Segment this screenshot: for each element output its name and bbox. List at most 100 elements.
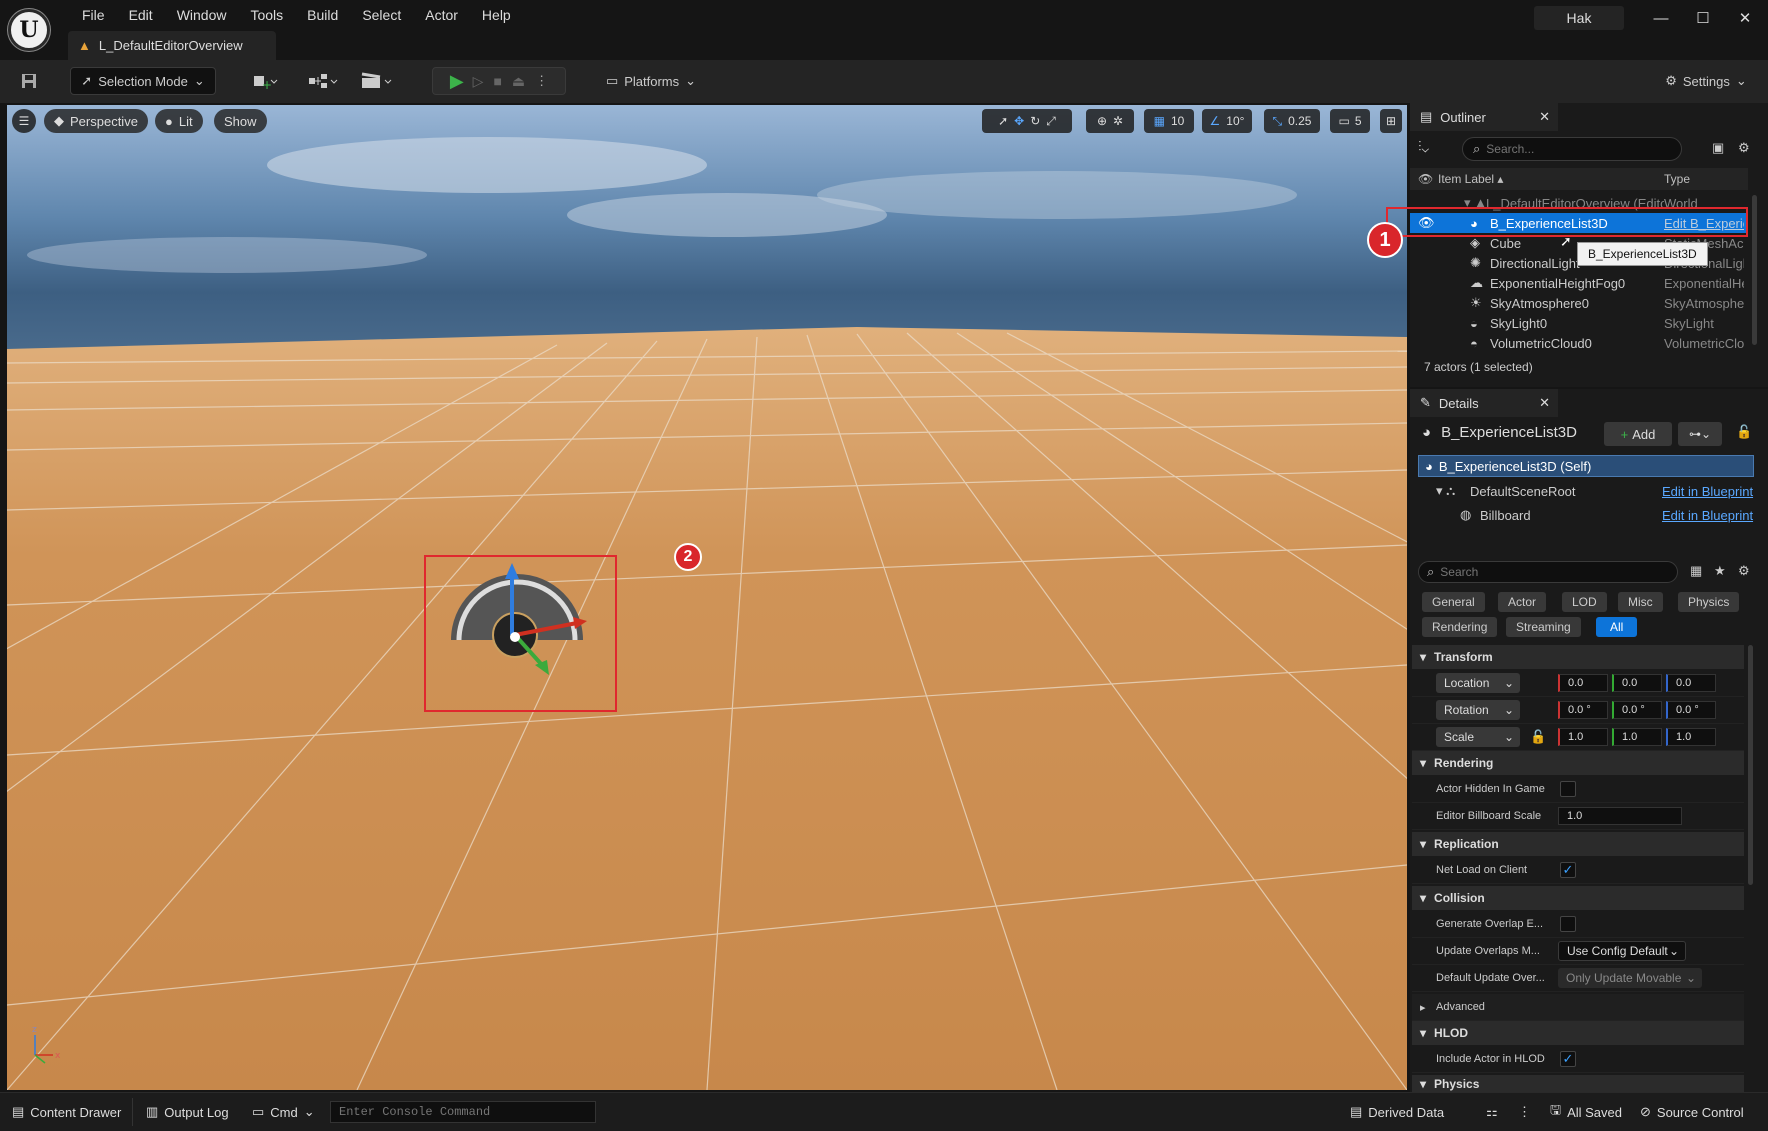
camera-speed-button[interactable]: ▭ 5 [1330,109,1370,133]
lit-button[interactable]: ● Lit [155,109,203,133]
stop-icon[interactable]: ■ [493,73,501,89]
source-control-button[interactable]: ⊘ Source Control [1640,1100,1744,1124]
settings-button[interactable]: ⚙ Settings ⌄ [1658,67,1754,95]
default-update-dropdown[interactable]: Only Update Movable ⌄ [1558,968,1702,988]
actor-hidden-checkbox[interactable] [1560,781,1576,797]
menu-window[interactable]: Window [165,5,239,25]
rotation-dropdown[interactable]: Rotation ⌄ [1436,700,1520,720]
edit-in-blueprint-link[interactable]: Edit in Blueprint [1662,508,1753,523]
save-icon[interactable] [14,67,44,95]
section-collision[interactable]: ▾ Collision [1412,886,1744,910]
maximize-icon[interactable]: ☐ [1688,8,1718,30]
blueprint-options-icon[interactable]: ⊶⌄ [1678,422,1722,446]
section-physics[interactable]: ▾ Physics [1412,1075,1744,1092]
rotation-z[interactable]: 0.0 ° [1666,701,1716,719]
minimize-icon[interactable]: — [1646,8,1676,30]
component-row[interactable]: ◍ Billboard Edit in Blueprint [1418,504,1754,526]
details-tab[interactable]: ✎ Details ✕ [1410,389,1558,417]
scale-z[interactable]: 1.0 [1666,728,1716,746]
console-input[interactable] [330,1101,596,1123]
outliner-row[interactable]: ◒ SkyLight0 SkyLight [1410,313,1748,333]
outliner-row[interactable]: ◓ VolumetricCloud0 VolumetricClo [1410,333,1748,353]
surface-snap-icon[interactable]: ✲ [1113,114,1123,128]
translate-tool-icon[interactable]: ✥ [1014,114,1024,128]
lock-icon[interactable]: 🔓 [1736,424,1752,440]
play-icon[interactable]: ▶ [450,71,464,92]
location-z[interactable]: 0.0 [1666,674,1716,692]
filter-general[interactable]: General [1422,592,1485,612]
more-options-icon[interactable]: ⋮ [535,73,548,89]
cmd-dropdown[interactable]: ▭ Cmd ⌄ [252,1100,315,1124]
details-search[interactable]: ⌕ [1418,561,1678,583]
billboard-scale-field[interactable]: 1.0 [1558,807,1682,825]
outliner-search[interactable]: ⌕ [1462,137,1682,161]
output-log-button[interactable]: ▥ Output Log [146,1100,229,1124]
location-x[interactable]: 0.0 [1558,674,1608,692]
grid-snap-button[interactable]: ▦ 10 [1144,109,1194,133]
derived-data-button[interactable]: ▤ Derived Data [1350,1100,1444,1124]
item-label-header[interactable]: Item Label ▴ [1438,172,1503,186]
menu-edit[interactable]: Edit [117,5,165,25]
perspective-button[interactable]: ◆ Perspective [44,109,148,133]
menu-tools[interactable]: Tools [238,5,295,25]
include-hlod-checkbox[interactable]: ✓ [1560,1051,1576,1067]
filter-all[interactable]: All [1596,617,1638,637]
update-overlaps-dropdown[interactable]: Use Config Default ⌄ [1558,941,1686,961]
close-window-icon[interactable]: ✕ [1730,8,1760,30]
close-tab-icon[interactable]: ✕ [1539,109,1550,125]
platforms-button[interactable]: ▭ Platforms ⌄ [600,67,702,95]
new-folder-icon[interactable]: ▣ [1712,140,1724,156]
scale-dropdown[interactable]: Scale ⌄ [1436,727,1520,747]
menu-actor[interactable]: Actor [413,5,470,25]
content-drawer-button[interactable]: ▤ Content Drawer [12,1100,121,1124]
cinematics-icon[interactable] [358,67,396,95]
add-component-button[interactable]: + Add [1604,422,1672,446]
section-hlod[interactable]: ▾ HLOD [1412,1021,1744,1045]
filter-actor[interactable]: Actor [1498,592,1547,612]
rotate-tool-icon[interactable]: ↻ [1030,114,1040,128]
scale-tool-icon[interactable]: ⤢ [1046,114,1056,129]
type-header[interactable]: Type [1664,172,1690,186]
network-icon[interactable]: ⚏ [1486,1100,1498,1124]
location-dropdown[interactable]: Location ⌄ [1436,673,1520,693]
select-tool-icon[interactable]: ➚ [998,114,1008,128]
blueprint-icon[interactable] [304,67,342,95]
user-badge[interactable]: Hak [1534,6,1624,30]
outliner-row[interactable]: ☀ SkyAtmosphere0 SkyAtmosphe [1410,293,1748,313]
hamburger-menu-icon[interactable]: ☰ [12,109,36,133]
show-button[interactable]: Show [214,109,267,133]
component-row[interactable]: ▾ ⛬ DefaultSceneRoot Edit in Blueprint [1418,480,1754,502]
unreal-logo-icon[interactable]: U [8,9,50,51]
menu-select[interactable]: Select [350,5,413,25]
outliner-search-input[interactable] [1486,142,1657,156]
filter-lod[interactable]: LOD [1562,592,1607,612]
rotation-x[interactable]: 0.0 ° [1558,701,1608,719]
net-load-checkbox[interactable]: ✓ [1560,862,1576,878]
step-icon[interactable]: ▷ [473,73,484,90]
filter-misc[interactable]: Misc [1618,592,1663,612]
outliner-settings-icon[interactable]: ⚙ [1738,140,1750,156]
outliner-row[interactable]: ☁ ExponentialHeightFog0 ExponentialHe [1410,273,1748,293]
all-saved-button[interactable]: 🖫 All Saved [1550,1100,1622,1124]
filter-rendering[interactable]: Rendering [1422,617,1498,637]
scale-lock-icon[interactable]: 🔓 [1530,729,1546,745]
scale-x[interactable]: 1.0 [1558,728,1608,746]
more-options-icon[interactable]: ⋮ [1518,1100,1531,1124]
section-rendering[interactable]: ▾ Rendering [1412,751,1744,775]
rotation-y[interactable]: 0.0 ° [1612,701,1662,719]
table-view-icon[interactable]: ▦ [1690,563,1702,579]
filter-physics[interactable]: Physics [1678,592,1740,612]
add-actor-icon[interactable]: + [246,67,284,95]
scale-snap-button[interactable]: ⤡ 0.25 [1264,109,1320,133]
menu-file[interactable]: File [70,5,117,25]
layout-icon[interactable]: ⊞ [1380,109,1402,133]
rotation-snap-button[interactable]: ∠ 10° [1202,109,1252,133]
close-tab-icon[interactable]: ✕ [1539,395,1550,411]
section-replication[interactable]: ▾ Replication [1412,832,1744,856]
level-viewport[interactable]: zx [7,105,1407,1090]
menu-build[interactable]: Build [295,5,350,25]
details-scrollbar[interactable] [1748,645,1753,885]
menu-help[interactable]: Help [470,5,523,25]
generate-overlap-checkbox[interactable] [1560,916,1576,932]
filter-icon[interactable]: ⫶⌄ [1418,138,1452,158]
